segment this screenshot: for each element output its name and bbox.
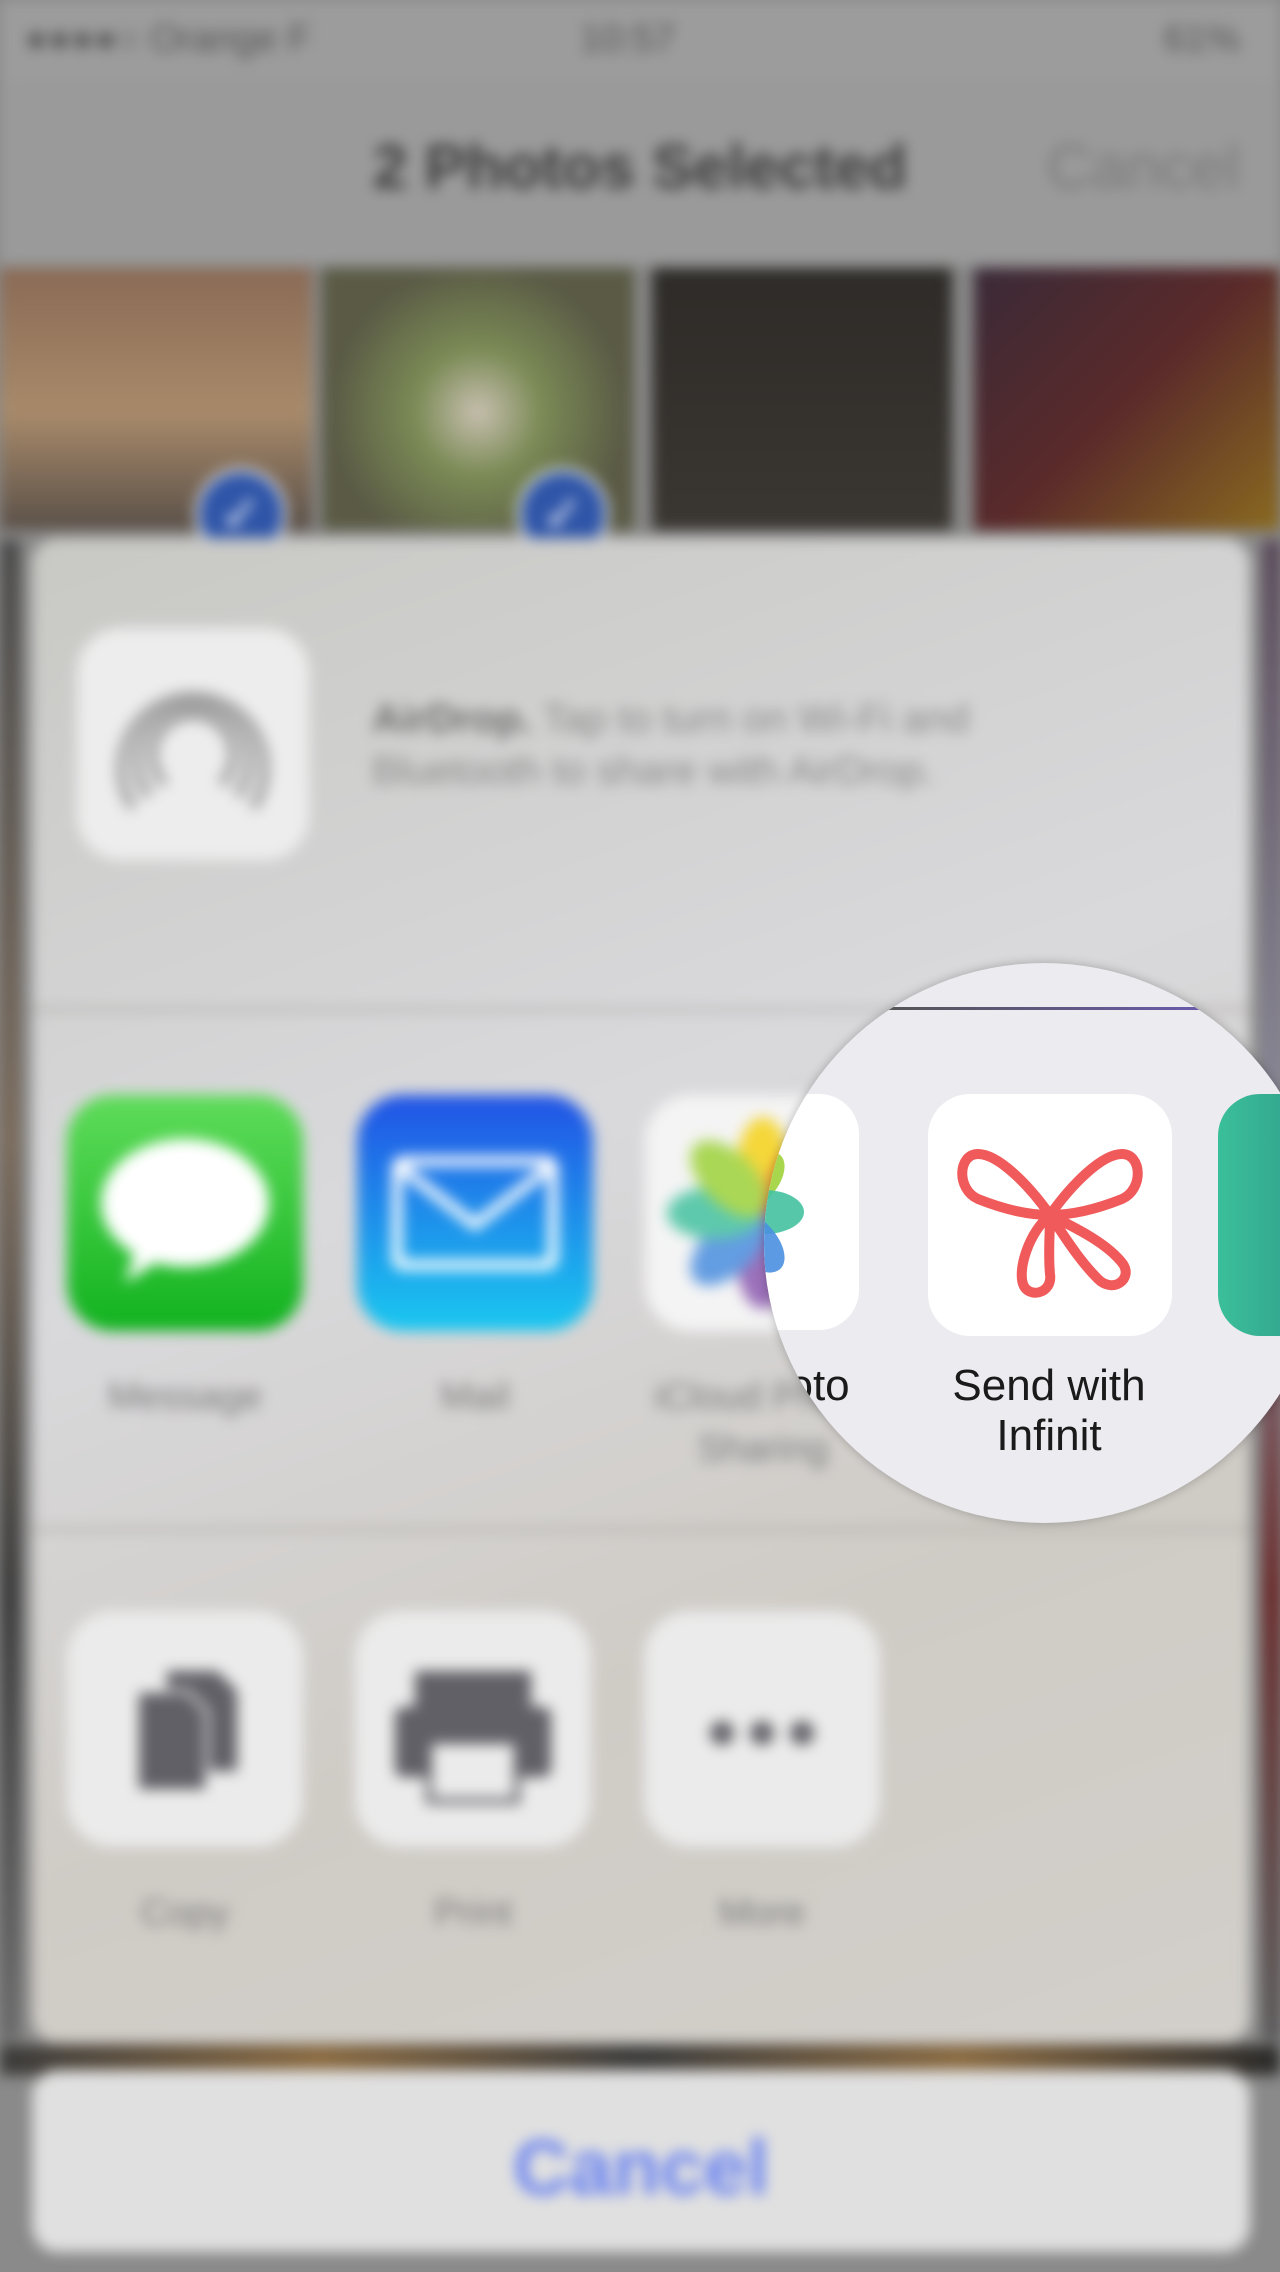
photo-thumbnail[interactable] [652, 268, 952, 530]
airdrop-icon[interactable] [77, 628, 309, 860]
share-app-mail[interactable]: Mail [357, 1095, 593, 1423]
status-bar: ●●●●○ Orange F 10:57 61% [0, 0, 1280, 80]
action-copy[interactable]: Copy [67, 1611, 303, 1939]
action-label: Copy [140, 1892, 230, 1934]
nav-cancel-button[interactable]: Cancel [1047, 132, 1240, 203]
app-label: hoto [764, 1361, 850, 1410]
clock: 10:57 [580, 18, 676, 60]
cancel-label: Cancel [513, 2123, 769, 2211]
send-with-infinit-label: Send with Infinit [952, 1361, 1146, 1460]
mail-icon [357, 1095, 593, 1331]
infinit-icon[interactable] [928, 1094, 1172, 1336]
action-label: Print [433, 1892, 513, 1934]
app-label: Message [107, 1376, 263, 1418]
cancel-button[interactable]: Cancel [32, 2070, 1250, 2252]
action-more[interactable]: More [644, 1611, 880, 1939]
share-app-message[interactable]: Message [67, 1095, 303, 1423]
photo-thumbnail-edge [0, 540, 20, 2040]
more-icon [644, 1611, 880, 1847]
battery-level: 61% [1163, 18, 1240, 60]
navigation-bar: 2 Photos Selected Cancel [0, 80, 1280, 265]
app-label: Mail [440, 1376, 510, 1418]
message-icon [67, 1095, 303, 1331]
photo-thumbnail[interactable] [974, 268, 1280, 530]
divider [32, 1528, 1250, 1531]
photo-thumbnail[interactable]: ✓ [322, 268, 634, 560]
photos-icon [764, 1094, 859, 1330]
app-icon-partial[interactable] [1218, 1094, 1280, 1336]
copy-icon [67, 1611, 303, 1847]
airdrop-description: AirDrop. Tap to turn on Wi-Fi and Blueto… [372, 697, 970, 793]
carrier-info: ●●●●○ Orange F [25, 18, 311, 60]
print-icon [355, 1611, 591, 1847]
action-label: More [718, 1892, 806, 1934]
action-print[interactable]: Print [355, 1611, 591, 1939]
divider [884, 1007, 1244, 1010]
photo-thumbnail[interactable]: ✓ [0, 268, 312, 560]
